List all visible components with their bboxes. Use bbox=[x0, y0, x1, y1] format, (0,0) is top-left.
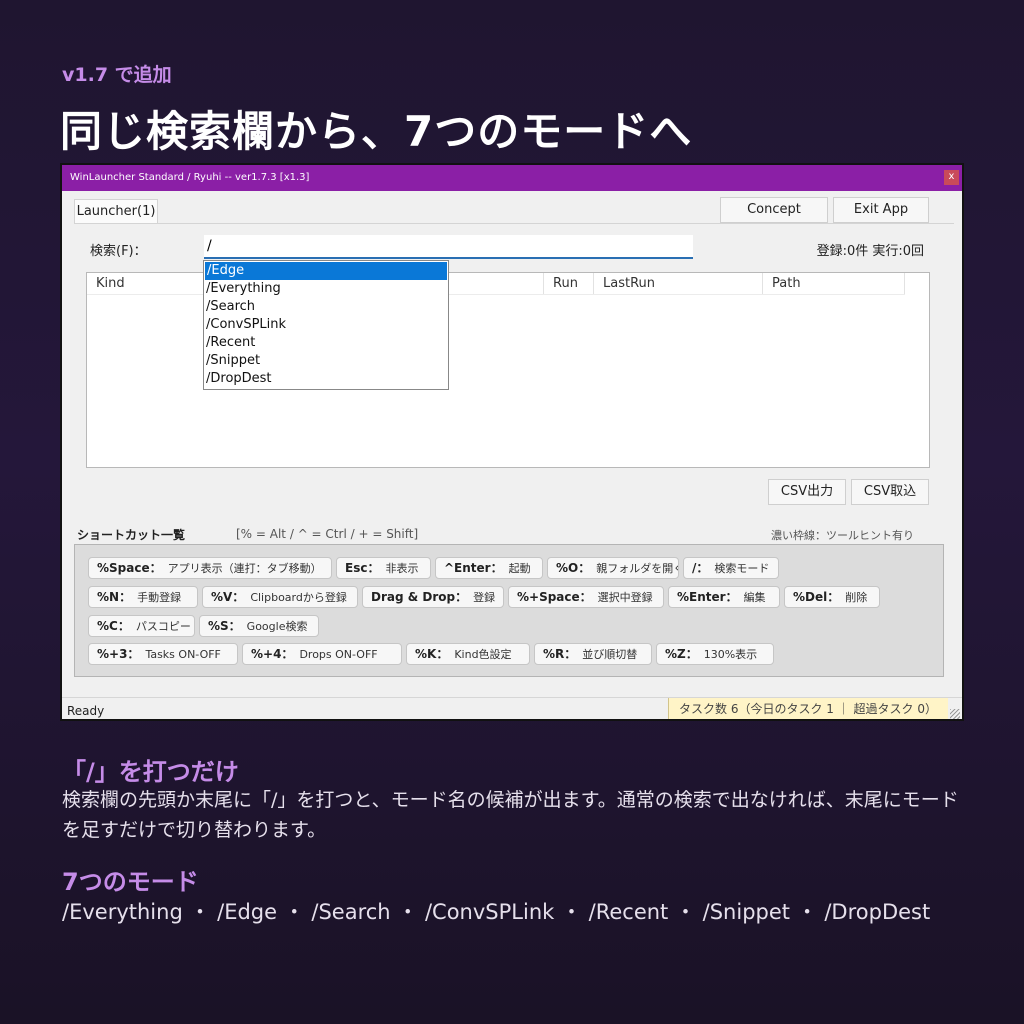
shortcut-chip[interactable]: %+3： Tasks ON-OFF bbox=[88, 643, 238, 665]
task-count-status[interactable]: タスク数 6（今日のタスク 1 ｜ 超過タスク 0） bbox=[668, 698, 948, 719]
headline: 同じ検索欄から、7つのモードへ bbox=[60, 107, 693, 156]
section-body-slash: 検索欄の先頭か末尾に「/」を打つと、モード名の候補が出ます。通常の検索で出なけれ… bbox=[62, 789, 959, 841]
search-label: 検索(F)： bbox=[90, 244, 147, 259]
app-window: WinLauncher Standard / Ryuhi -- ver1.7.3… bbox=[60, 163, 964, 721]
shortcut-tooltip-note: 濃い枠線：ツールヒント有り bbox=[771, 529, 914, 542]
search-input[interactable] bbox=[204, 235, 693, 259]
status-ready: Ready bbox=[67, 704, 105, 718]
column-path[interactable]: Path bbox=[763, 273, 905, 295]
exit-app-button[interactable]: Exit App bbox=[833, 197, 929, 223]
section-heading-slash: 「/」を打つだけ bbox=[62, 758, 239, 786]
shortcut-chip[interactable]: %Enter： 編集 bbox=[668, 586, 780, 608]
shortcut-chip[interactable]: Esc： 非表示 bbox=[336, 557, 431, 579]
shortcut-chip[interactable]: %N： 手動登録 bbox=[88, 586, 198, 608]
section-heading-modes: 7つのモード bbox=[62, 868, 199, 896]
shortcut-chip[interactable]: %O： 親フォルダを開く bbox=[547, 557, 679, 579]
mode-suggestion-dropdown[interactable]: /Edge /Everything /Search /ConvSPLink /R… bbox=[203, 260, 449, 390]
shortcut-title: ショートカット一覧 bbox=[77, 528, 186, 542]
shortcut-chip[interactable]: %Del： 削除 bbox=[784, 586, 880, 608]
shortcut-chip[interactable]: %S： Google検索 bbox=[199, 615, 319, 637]
shortcut-chip[interactable]: %Z： 130%表示 bbox=[656, 643, 774, 665]
dropdown-item-dropdest[interactable]: /DropDest bbox=[204, 370, 448, 388]
dropdown-item-recent[interactable]: /Recent bbox=[204, 334, 448, 352]
column-lastrun[interactable]: LastRun bbox=[594, 273, 763, 295]
shortcut-panel: %Space： アプリ表示（連打：タブ移動） Esc： 非表示 ^Enter： 起動 … bbox=[74, 544, 944, 677]
dropdown-item-search[interactable]: /Search bbox=[204, 298, 448, 316]
dropdown-item-snippet[interactable]: /Snippet bbox=[204, 352, 448, 370]
shortcut-chip[interactable]: /： 検索モード bbox=[683, 557, 779, 579]
shortcut-chip[interactable]: %C： パスコピー bbox=[88, 615, 195, 637]
tab-launcher[interactable]: Launcher(1) bbox=[74, 199, 158, 224]
csv-import-button[interactable]: CSV取込 bbox=[851, 479, 929, 505]
registration-stats: 登録:0件 実行:0回 bbox=[816, 244, 924, 259]
modes-list: /Everything ・ /Edge ・ /Search ・ /ConvSPL… bbox=[62, 900, 931, 924]
shortcut-chip[interactable]: %R： 並び順切替 bbox=[534, 643, 652, 665]
shortcut-chip[interactable]: %+Space： 選択中登録 bbox=[508, 586, 664, 608]
concept-button[interactable]: Concept bbox=[720, 197, 828, 223]
close-button[interactable]: x bbox=[944, 170, 959, 185]
shortcut-chip[interactable]: %K： Kind色設定 bbox=[406, 643, 530, 665]
dropdown-item-edge[interactable]: /Edge bbox=[205, 262, 447, 280]
csv-export-button[interactable]: CSV出力 bbox=[768, 479, 846, 505]
shortcut-modifier-hint: [% = Alt / ^ = Ctrl / + = Shift] bbox=[236, 527, 419, 541]
shortcut-chip[interactable]: %V： Clipboardから登録 bbox=[202, 586, 358, 608]
shortcut-chip[interactable]: %+4： Drops ON-OFF bbox=[242, 643, 402, 665]
version-tag: v1.7 で追加 bbox=[62, 64, 172, 86]
shortcut-chip[interactable]: %Space： アプリ表示（連打：タブ移動） bbox=[88, 557, 332, 579]
column-run[interactable]: Run bbox=[544, 273, 594, 295]
window-title: WinLauncher Standard / Ryuhi -- ver1.7.3… bbox=[70, 172, 310, 183]
dropdown-item-convsplink[interactable]: /ConvSPLink bbox=[204, 316, 448, 334]
status-bar: Ready タスク数 6（今日のタスク 1 ｜ 超過タスク 0） bbox=[62, 697, 962, 719]
shortcut-chip[interactable]: Drag & Drop： 登録 bbox=[362, 586, 504, 608]
title-bar[interactable]: WinLauncher Standard / Ryuhi -- ver1.7.3… bbox=[62, 165, 962, 191]
dropdown-item-everything[interactable]: /Everything bbox=[204, 280, 448, 298]
shortcut-chip[interactable]: ^Enter： 起動 bbox=[435, 557, 543, 579]
resize-grip-icon[interactable] bbox=[950, 709, 960, 719]
